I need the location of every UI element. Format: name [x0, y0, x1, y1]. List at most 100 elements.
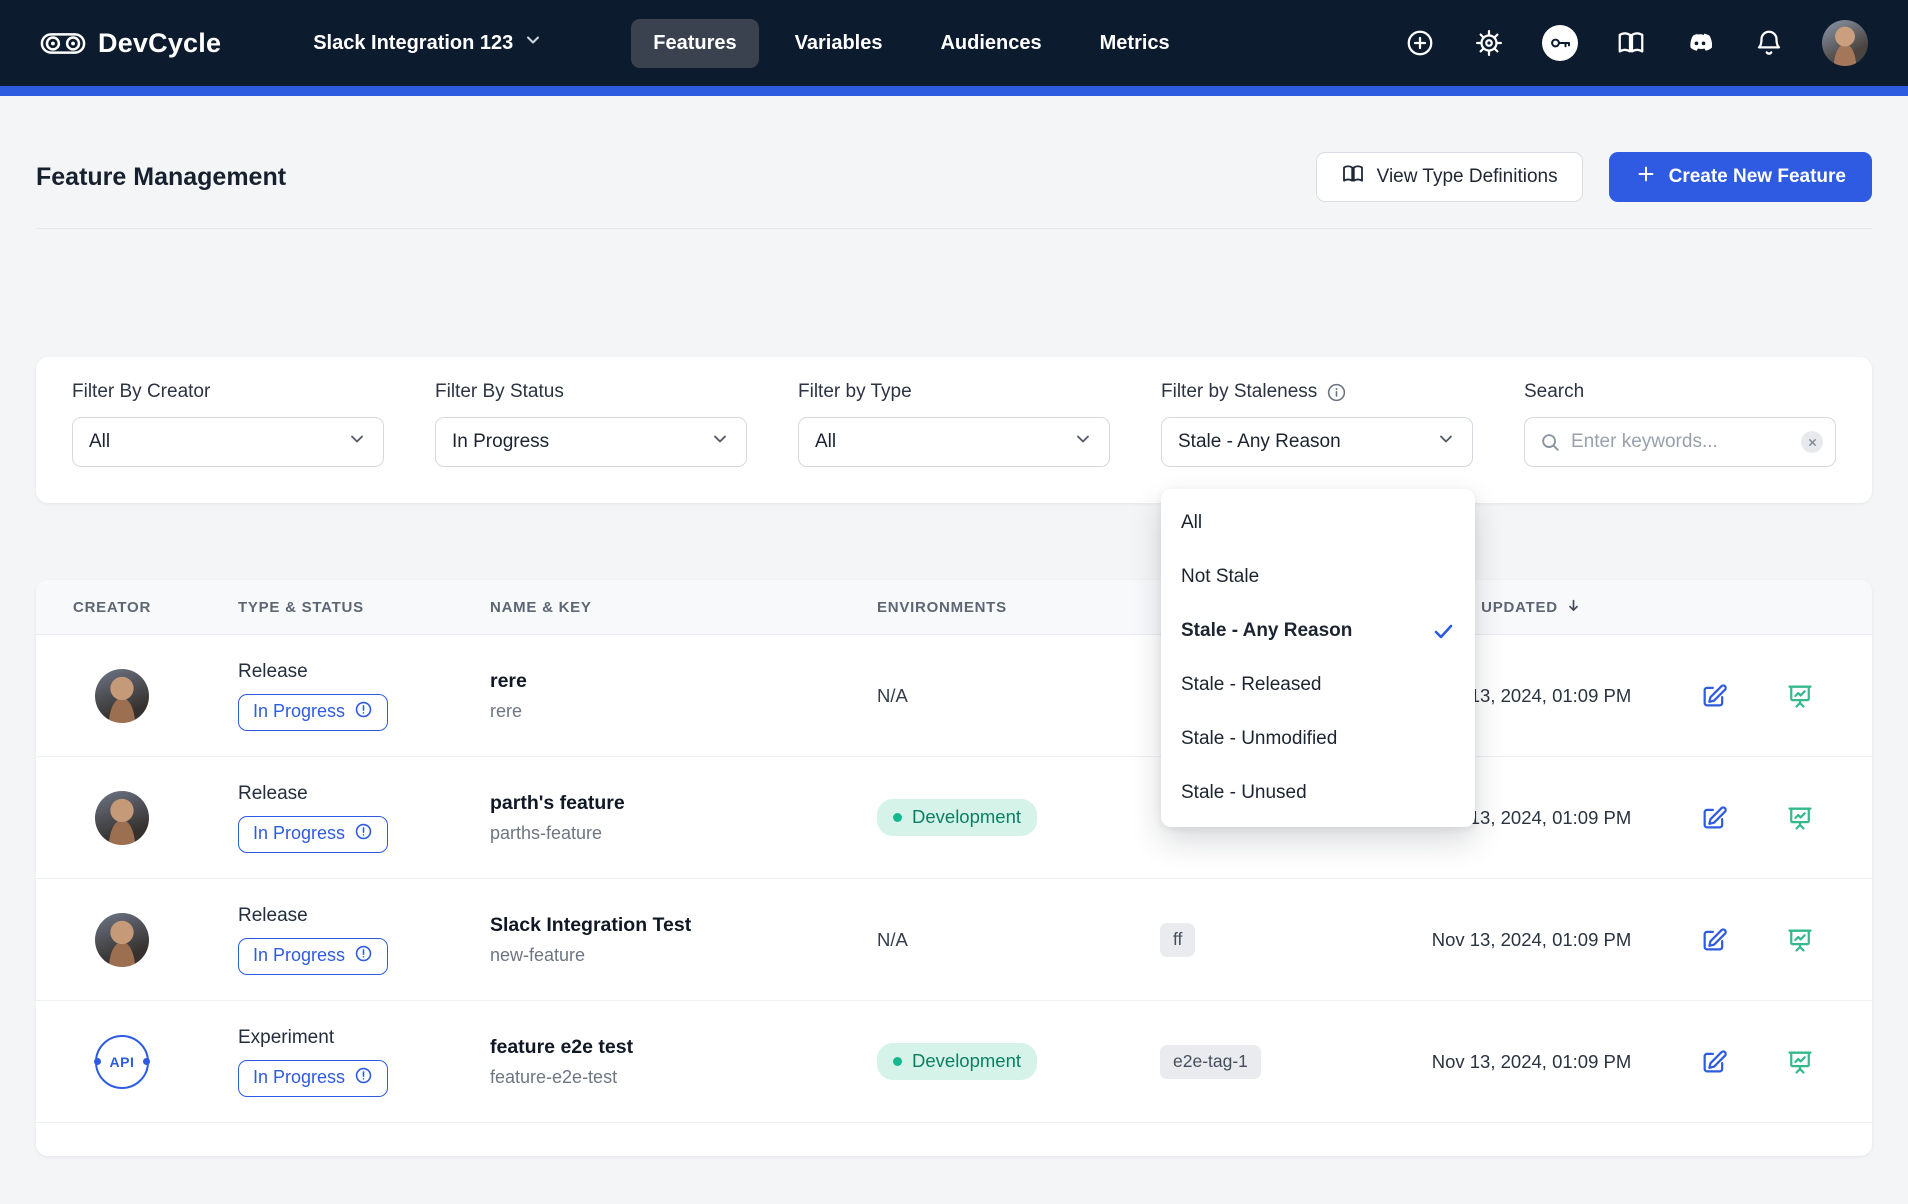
status-label: In Progress — [253, 945, 345, 966]
feature-metrics-button[interactable] — [1786, 926, 1814, 954]
environment-pill: Development — [877, 1043, 1037, 1080]
warning-circle-icon — [354, 822, 373, 846]
staleness-option-all[interactable]: All — [1161, 496, 1475, 550]
column-header-name-key: NAME & KEY — [490, 599, 877, 616]
nav-item-metrics[interactable]: Metrics — [1078, 19, 1192, 68]
creator-avatar — [95, 669, 149, 723]
feature-metrics-button[interactable] — [1786, 682, 1814, 710]
project-selector[interactable]: Slack Integration 123 — [313, 30, 543, 56]
plus-icon — [1635, 163, 1657, 191]
feature-key: rere — [490, 701, 877, 722]
view-type-definitions-label: View Type Definitions — [1377, 166, 1558, 188]
environments-value: N/A — [877, 685, 908, 706]
environment-pill: Development — [877, 799, 1037, 836]
nav-item-features[interactable]: Features — [631, 19, 758, 68]
filter-type-label: Filter by Type — [798, 381, 1110, 403]
edit-feature-button[interactable] — [1700, 682, 1728, 710]
filter-staleness-select[interactable]: Stale - Any Reason — [1161, 417, 1473, 467]
warning-circle-icon — [354, 944, 373, 968]
info-icon[interactable] — [1326, 382, 1347, 403]
page: DevCycle Slack Integration 123 Features … — [0, 0, 1908, 1204]
staleness-option-stale-any-reason[interactable]: Stale - Any Reason — [1161, 604, 1475, 658]
column-header-environments: ENVIRONMENTS — [877, 599, 1160, 616]
key-icon[interactable] — [1542, 25, 1578, 61]
feature-metrics-button[interactable] — [1786, 804, 1814, 832]
feature-name[interactable]: Slack Integration Test — [490, 914, 877, 937]
feature-key: new-feature — [490, 945, 877, 966]
filter-creator-label: Filter By Creator — [72, 381, 384, 403]
devcycle-logo-icon — [40, 27, 86, 59]
warning-circle-icon — [354, 700, 373, 724]
status-badge[interactable]: In Progress — [238, 816, 388, 853]
feature-name[interactable]: parth's feature — [490, 792, 877, 815]
filter-type-select[interactable]: All — [798, 417, 1110, 467]
chevron-down-icon — [710, 429, 730, 455]
feature-name[interactable]: feature e2e test — [490, 1036, 877, 1059]
bell-icon[interactable] — [1753, 27, 1785, 59]
environment-dot-icon — [893, 1057, 902, 1066]
chevron-down-icon — [523, 30, 543, 56]
gear-icon[interactable] — [1473, 27, 1505, 59]
creator-avatar — [95, 913, 149, 967]
create-new-feature-button[interactable]: Create New Feature — [1609, 152, 1872, 202]
table-header-row: CREATOR TYPE & STATUS NAME & KEY ENVIRON… — [36, 580, 1872, 635]
feature-type: Release — [238, 661, 490, 683]
presentation-chart-icon — [1786, 682, 1814, 710]
environments-value: Development — [912, 806, 1021, 828]
discord-icon[interactable] — [1684, 27, 1716, 59]
nav-item-audiences[interactable]: Audiences — [918, 19, 1063, 68]
tags-cell: e2e-tag-1 — [1160, 1045, 1399, 1079]
devcycle-brand[interactable]: DevCycle — [40, 27, 221, 59]
search-box — [1524, 417, 1836, 467]
edit-pencil-icon — [1700, 926, 1728, 954]
presentation-chart-icon — [1786, 804, 1814, 832]
search-label: Search — [1524, 381, 1836, 403]
tag-pill: ff — [1160, 923, 1195, 957]
status-badge[interactable]: In Progress — [238, 1060, 388, 1097]
plus-circle-icon[interactable] — [1404, 27, 1436, 59]
creator-avatar — [95, 791, 149, 845]
filter-panel: Filter By Creator All Filter By Status I… — [36, 357, 1872, 503]
main-nav: Features Variables Audiences Metrics — [631, 19, 1191, 68]
edit-feature-button[interactable] — [1700, 1048, 1728, 1076]
project-name: Slack Integration 123 — [313, 32, 513, 55]
filter-type-value: All — [815, 431, 836, 453]
check-icon — [1431, 619, 1455, 643]
api-creator-icon: API — [95, 1035, 149, 1089]
accent-bar — [0, 86, 1908, 96]
edit-feature-button[interactable] — [1700, 804, 1728, 832]
sort-desc-icon — [1565, 597, 1582, 618]
search-input[interactable] — [1571, 431, 1791, 453]
filter-creator-select[interactable]: All — [72, 417, 384, 467]
feature-name[interactable]: rere — [490, 670, 877, 693]
feature-key: feature-e2e-test — [490, 1067, 877, 1088]
navbar-actions — [1404, 20, 1868, 66]
docs-book-icon[interactable] — [1615, 27, 1647, 59]
status-badge[interactable]: In Progress — [238, 938, 388, 975]
page-header: Feature Management View Type Definitions… — [36, 96, 1872, 202]
edit-feature-button[interactable] — [1700, 926, 1728, 954]
user-avatar[interactable] — [1822, 20, 1868, 66]
filter-creator-value: All — [89, 431, 110, 453]
nav-item-variables[interactable]: Variables — [773, 19, 905, 68]
status-badge[interactable]: In Progress — [238, 694, 388, 731]
clear-search-icon[interactable] — [1801, 431, 1823, 453]
staleness-option-stale-unmodified[interactable]: Stale - Unmodified — [1161, 712, 1475, 766]
view-type-definitions-button[interactable]: View Type Definitions — [1316, 152, 1583, 202]
status-label: In Progress — [253, 701, 345, 722]
table-row: Release In Progress parth's feature part… — [36, 757, 1872, 879]
filter-status-select[interactable]: In Progress — [435, 417, 747, 467]
column-header-updated[interactable]: UPDATED — [1481, 597, 1582, 618]
staleness-option-stale-unused[interactable]: Stale - Unused — [1161, 766, 1475, 820]
table-row: Release In Progress Slack Integration Te… — [36, 879, 1872, 1001]
header-divider — [36, 228, 1872, 229]
staleness-option-stale-released[interactable]: Stale - Released — [1161, 658, 1475, 712]
features-table: CREATOR TYPE & STATUS NAME & KEY ENVIRON… — [36, 580, 1872, 1156]
staleness-option-not-stale[interactable]: Not Stale — [1161, 550, 1475, 604]
filter-status-label: Filter By Status — [435, 381, 747, 403]
filter-group-creator: Filter By Creator All — [72, 381, 384, 467]
feature-metrics-button[interactable] — [1786, 1048, 1814, 1076]
status-label: In Progress — [253, 1067, 345, 1088]
column-header-creator: CREATOR — [73, 599, 238, 616]
column-header-type-status: TYPE & STATUS — [238, 599, 490, 616]
